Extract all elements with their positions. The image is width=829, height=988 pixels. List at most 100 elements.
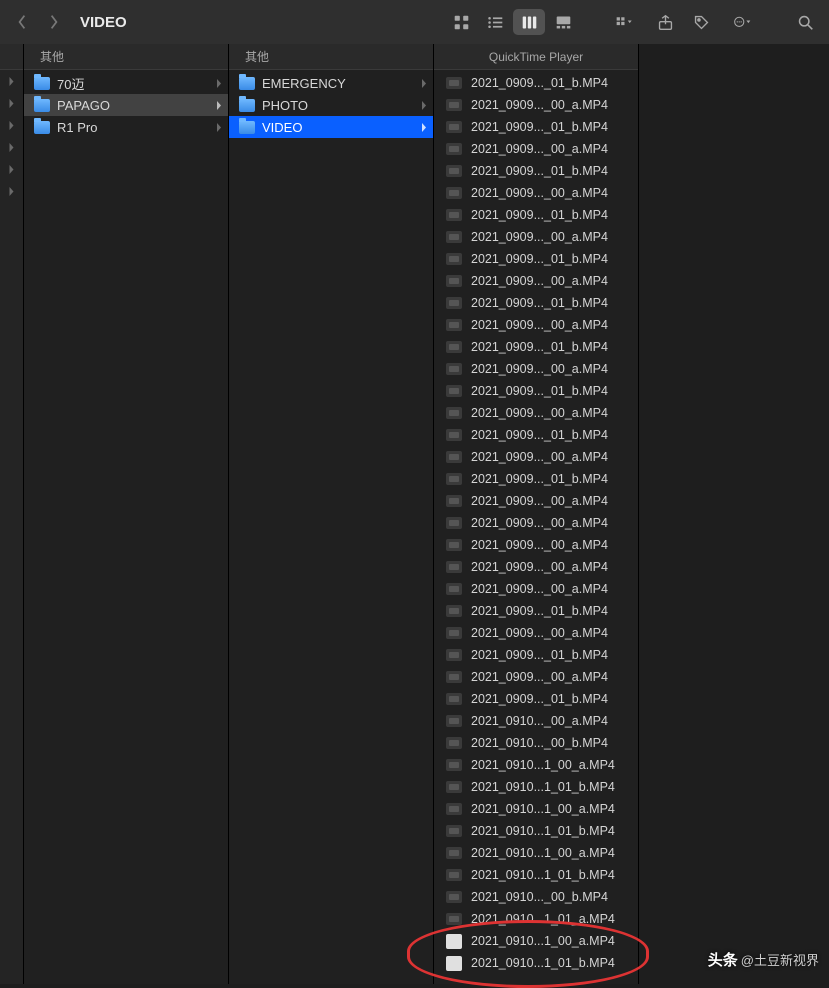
- video-file-icon: [446, 77, 462, 89]
- video-file-icon: [446, 473, 462, 485]
- sidebar-expand-chevron[interactable]: [0, 158, 23, 180]
- column-0-header: 其他: [24, 44, 228, 70]
- video-file-icon: [446, 319, 462, 331]
- video-file-icon: [446, 627, 462, 639]
- file-row[interactable]: 2021_0909..._01_b.MP4: [434, 600, 638, 622]
- file-row[interactable]: 2021_0909..._00_a.MP4: [434, 226, 638, 248]
- folder-row[interactable]: EMERGENCY: [229, 72, 433, 94]
- folder-row[interactable]: PAPAGO: [24, 94, 228, 116]
- sidebar-expand-chevron[interactable]: [0, 114, 23, 136]
- file-name: 2021_0909..._01_b.MP4: [471, 76, 608, 90]
- forward-button[interactable]: [40, 8, 68, 36]
- group-by-button[interactable]: [603, 9, 645, 35]
- file-row[interactable]: 2021_0910...1_01_a.MP4: [434, 908, 638, 930]
- file-row[interactable]: 2021_0910..._00_b.MP4: [434, 886, 638, 908]
- file-row[interactable]: 2021_0910..._00_a.MP4: [434, 710, 638, 732]
- file-row[interactable]: 2021_0909..._01_b.MP4: [434, 116, 638, 138]
- video-file-icon: [446, 363, 462, 375]
- file-row[interactable]: 2021_0910...1_01_b.MP4: [434, 820, 638, 842]
- folder-row[interactable]: R1 Pro: [24, 116, 228, 138]
- file-name: 2021_0910...1_01_b.MP4: [471, 868, 615, 882]
- file-row[interactable]: 2021_0909..._01_b.MP4: [434, 688, 638, 710]
- file-row[interactable]: 2021_0909..._01_b.MP4: [434, 336, 638, 358]
- file-row[interactable]: 2021_0909..._01_b.MP4: [434, 644, 638, 666]
- file-name: 2021_0909..._01_b.MP4: [471, 164, 608, 178]
- sidebar-expand-chevron[interactable]: [0, 70, 23, 92]
- column-browser: 其他 70迈 PAPAGO R1 Pro 其他 EMERGENCYPHOTO VIDE…: [0, 44, 829, 984]
- file-name: 2021_0909..._00_a.MP4: [471, 186, 608, 200]
- file-name: 2021_0909..._00_a.MP4: [471, 582, 608, 596]
- file-row[interactable]: 2021_0909..._00_a.MP4: [434, 94, 638, 116]
- file-row[interactable]: 2021_0909..._00_a.MP4: [434, 138, 638, 160]
- sidebar-expand-chevron[interactable]: [0, 92, 23, 114]
- file-row[interactable]: 2021_0909..._01_b.MP4: [434, 204, 638, 226]
- column-view-button[interactable]: [513, 9, 545, 35]
- file-name: 2021_0909..._01_b.MP4: [471, 604, 608, 618]
- file-row[interactable]: 2021_0910...1_01_b.MP4: [434, 952, 638, 974]
- file-row[interactable]: 2021_0909..._01_b.MP4: [434, 160, 638, 182]
- video-file-icon: [446, 143, 462, 155]
- video-file-icon: [446, 891, 462, 903]
- more-button[interactable]: [721, 9, 763, 35]
- back-button[interactable]: [8, 8, 36, 36]
- file-row[interactable]: 2021_0909..._00_a.MP4: [434, 358, 638, 380]
- file-row[interactable]: 2021_0909..._00_a.MP4: [434, 490, 638, 512]
- sidebar-expand-chevron[interactable]: [0, 180, 23, 202]
- file-row[interactable]: 2021_0909..._00_a.MP4: [434, 402, 638, 424]
- video-file-icon: [446, 99, 462, 111]
- share-button[interactable]: [649, 9, 681, 35]
- sidebar-expand-chevron[interactable]: [0, 136, 23, 158]
- video-file-icon: [446, 869, 462, 881]
- list-view-button[interactable]: [479, 9, 511, 35]
- view-switcher: [443, 7, 581, 37]
- search-button[interactable]: [789, 9, 821, 35]
- file-name: 2021_0909..._00_a.MP4: [471, 450, 608, 464]
- folder-row[interactable]: PHOTO: [229, 94, 433, 116]
- video-file-icon: [446, 385, 462, 397]
- file-name: 2021_0910...1_00_a.MP4: [471, 934, 615, 948]
- file-row[interactable]: 2021_0909..._01_b.MP4: [434, 424, 638, 446]
- file-row[interactable]: 2021_0909..._00_a.MP4: [434, 666, 638, 688]
- file-row[interactable]: 2021_0909..._00_a.MP4: [434, 512, 638, 534]
- tags-button[interactable]: [685, 9, 717, 35]
- file-row[interactable]: 2021_0909..._00_a.MP4: [434, 556, 638, 578]
- file-row[interactable]: 2021_0909..._01_b.MP4: [434, 72, 638, 94]
- file-name: 2021_0910...1_01_b.MP4: [471, 956, 615, 970]
- file-row[interactable]: 2021_0909..._00_a.MP4: [434, 578, 638, 600]
- video-file-icon: [446, 605, 462, 617]
- file-row[interactable]: 2021_0909..._00_a.MP4: [434, 182, 638, 204]
- folder-label: PAPAGO: [57, 98, 209, 113]
- video-file-icon: [446, 187, 462, 199]
- file-row[interactable]: 2021_0909..._00_a.MP4: [434, 534, 638, 556]
- column-0: 其他 70迈 PAPAGO R1 Pro: [24, 44, 229, 984]
- folder-row[interactable]: 70迈: [24, 72, 228, 94]
- file-name: 2021_0909..._00_a.MP4: [471, 538, 608, 552]
- file-row[interactable]: 2021_0909..._00_a.MP4: [434, 314, 638, 336]
- gallery-view-button[interactable]: [547, 9, 579, 35]
- column-2-header: QuickTime Player: [434, 44, 638, 70]
- folder-label: VIDEO: [262, 120, 414, 135]
- file-row[interactable]: 2021_0910...1_00_a.MP4: [434, 842, 638, 864]
- file-row[interactable]: 2021_0910...1_00_a.MP4: [434, 754, 638, 776]
- file-row[interactable]: 2021_0910...1_01_b.MP4: [434, 864, 638, 886]
- video-file-icon: [446, 825, 462, 837]
- file-row[interactable]: 2021_0909..._00_a.MP4: [434, 622, 638, 644]
- file-row[interactable]: 2021_0909..._01_b.MP4: [434, 380, 638, 402]
- watermark-author: @土豆新视界: [741, 950, 819, 969]
- file-row[interactable]: 2021_0909..._01_b.MP4: [434, 292, 638, 314]
- video-file-icon: [446, 407, 462, 419]
- file-row[interactable]: 2021_0910...1_01_b.MP4: [434, 776, 638, 798]
- file-row[interactable]: 2021_0909..._00_a.MP4: [434, 446, 638, 468]
- file-name: 2021_0909..._01_b.MP4: [471, 648, 608, 662]
- file-row[interactable]: 2021_0910..._00_b.MP4: [434, 732, 638, 754]
- file-row[interactable]: 2021_0909..._01_b.MP4: [434, 468, 638, 490]
- file-row[interactable]: 2021_0909..._00_a.MP4: [434, 270, 638, 292]
- file-row[interactable]: 2021_0909..._01_b.MP4: [434, 248, 638, 270]
- file-row[interactable]: 2021_0910...1_00_a.MP4: [434, 798, 638, 820]
- folder-row[interactable]: VIDEO: [229, 116, 433, 138]
- file-row[interactable]: 2021_0910...1_00_a.MP4: [434, 930, 638, 952]
- video-file-icon: [446, 671, 462, 683]
- video-file-icon: [446, 209, 462, 221]
- icon-view-button[interactable]: [445, 9, 477, 35]
- video-file-icon: [446, 583, 462, 595]
